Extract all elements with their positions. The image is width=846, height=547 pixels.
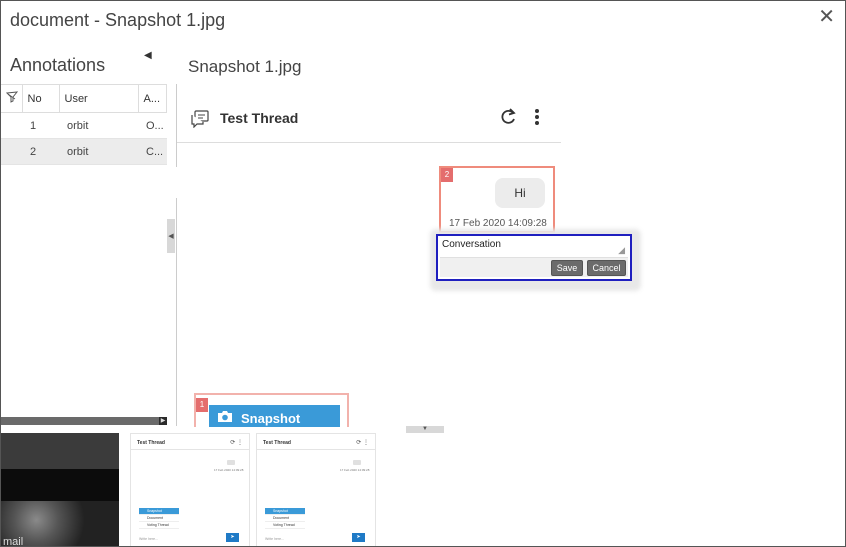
reply-input[interactable] — [442, 239, 628, 257]
thumbnail-header: Test Thread — [137, 440, 165, 446]
annotation-number-badge: 1 — [196, 398, 208, 412]
close-icon[interactable]: ✕ — [818, 7, 835, 27]
thumbnail-footer: Write here... — [139, 537, 158, 541]
filter-icon[interactable] — [1, 84, 23, 113]
annotation-marker-1[interactable]: 1 Snapshot — [194, 393, 349, 427]
thumbnail-image-2[interactable]: Test Thread ⟳ ⋮ 17 Feb 2020 14:09:28 Sna… — [130, 433, 250, 546]
row-user: orbit — [59, 112, 138, 139]
thumbnail-footer: Write here... — [265, 537, 284, 541]
row-no: 1 — [22, 112, 59, 139]
thumbnail-image-1[interactable]: mail — [1, 433, 119, 547]
thumbnail-header: Test Thread — [263, 440, 291, 446]
thread-title: Test Thread — [220, 110, 299, 126]
annotations-title: Annotations — [10, 55, 106, 75]
scroll-right-icon[interactable]: ▶ — [159, 417, 167, 425]
snapshot-menu-label: Snapshot — [241, 410, 301, 426]
document-viewer-window: document - Snapshot 1.jpg ✕ Annotations … — [0, 0, 846, 547]
table-row[interactable]: 1 orbit O... — [1, 112, 167, 139]
reply-action-bar: Save Cancel — [440, 257, 628, 277]
row-no: 2 — [22, 138, 59, 165]
snapshot-title: Snapshot 1.jpg — [188, 57, 302, 76]
horizontal-scrollbar[interactable]: ▶ — [1, 417, 167, 425]
row-annotation: O... — [138, 112, 167, 139]
cancel-button[interactable]: Cancel — [587, 260, 626, 276]
column-header-user[interactable]: User — [59, 84, 139, 113]
thumbnail-caption: mail — [3, 536, 24, 547]
row-user: orbit — [59, 138, 138, 165]
column-header-annotation[interactable]: A... — [138, 84, 167, 113]
thumbnail-strip: mail Test Thread ⟳ ⋮ 17 Feb 2020 14:09:2… — [1, 433, 845, 547]
reply-box: ◢ Save Cancel — [436, 234, 632, 281]
annotation-marker-2[interactable]: 2 Hi 17 Feb 2020 14:09:28 — [439, 166, 555, 233]
refresh-icon[interactable] — [499, 107, 517, 132]
thumbnail-icons: ⟳ ⋮ — [230, 440, 243, 446]
collapse-left-icon[interactable]: ◀ — [144, 50, 152, 61]
message-bubble: Hi — [495, 178, 545, 208]
window-title: document - Snapshot 1.jpg — [10, 10, 226, 30]
thread-header: Test Thread — [177, 98, 561, 143]
message-timestamp: 17 Feb 2020 14:09:28 — [449, 218, 547, 229]
chat-icon — [190, 110, 210, 133]
thumbnail-image-3[interactable]: Test Thread ⟳ ⋮ 17 Feb 2020 14:09:28 Sna… — [256, 433, 376, 546]
thumbnail-menu: Snapshot Document Voting Thread — [265, 508, 305, 529]
more-vertical-icon[interactable] — [533, 107, 541, 132]
thumbnail-menu: Snapshot Document Voting Thread — [139, 508, 179, 529]
save-button[interactable]: Save — [551, 260, 583, 276]
thumbnail-date: 17 Feb 2020 14:09:28 — [340, 468, 370, 472]
snapshot-menu-item[interactable]: Snapshot — [209, 405, 340, 427]
panel-divider[interactable] — [176, 198, 177, 426]
expand-down-icon[interactable]: ▼ — [406, 426, 444, 433]
annotation-number-badge: 2 — [441, 168, 453, 182]
send-icon: ➤ — [352, 533, 365, 542]
thumbnail-date: 17 Feb 2020 14:09:28 — [214, 468, 244, 472]
annotations-table: No User A... 1 orbit O... 2 orbit C... — [1, 84, 167, 165]
row-annotation: C... — [138, 138, 167, 165]
resize-grip-icon[interactable]: ◢ — [618, 245, 625, 256]
send-icon: ➤ — [226, 533, 239, 542]
thumbnail-icons: ⟳ ⋮ — [356, 440, 369, 446]
table-row-selected[interactable]: 2 orbit C... — [1, 138, 167, 165]
column-header-no[interactable]: No — [22, 84, 60, 113]
camera-icon — [217, 410, 233, 426]
splitter-collapse-icon[interactable]: ◀ — [167, 219, 175, 253]
